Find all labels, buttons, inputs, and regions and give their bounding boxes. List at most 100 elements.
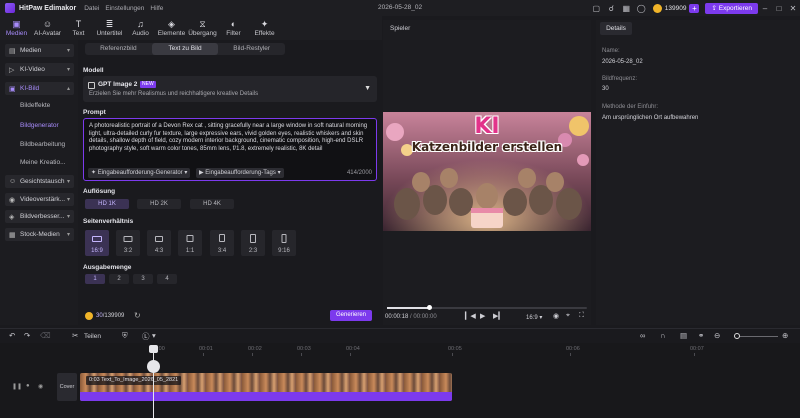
mic-icon[interactable]: ⚭ — [698, 331, 704, 340]
model-dropdown[interactable]: GPT Image 2 NEW Erzielen Sie mehr Realis… — [83, 76, 377, 102]
prompt-tags-label: Eingabeaufforderung-Tags — [205, 170, 276, 176]
cost-total: /139909 — [102, 313, 125, 319]
tab-image-restyler[interactable]: Bild-Restyler — [218, 43, 285, 55]
tool-subtitles[interactable]: ≣ Untertitel — [95, 16, 124, 37]
track-pause-icon[interactable]: ❚❚ — [12, 383, 22, 390]
link-icon[interactable]: ∞ — [640, 331, 645, 340]
chevron-down-icon: ▾ — [66, 197, 70, 203]
maximize-button[interactable]: □ — [772, 4, 786, 13]
sidebar-sub-image-editing[interactable]: Bildbearbeitung — [20, 141, 65, 148]
prompt-text[interactable]: A photorealistic portrait of a Devon Rex… — [89, 123, 371, 153]
sidebar-item-media[interactable]: ▤ Medien ▾ — [5, 44, 74, 57]
output-count-3[interactable]: 3 — [133, 274, 153, 284]
snap-icon[interactable]: ▤ — [680, 331, 687, 340]
sidebar-item-label: Stock-Medien — [20, 231, 60, 238]
playhead-line[interactable] — [153, 348, 154, 418]
text-tool-icon[interactable]: Ⓛ — [142, 331, 150, 342]
prompt-tags-button[interactable]: ▶ Eingabeaufforderung-Tags ▾ — [196, 168, 284, 178]
cover-button[interactable]: Cover — [57, 373, 77, 401]
tool-text[interactable]: T Text — [64, 16, 93, 37]
playhead-add-button[interactable] — [147, 360, 160, 373]
zoom-slider-track[interactable] — [738, 336, 778, 337]
app-name: HitPaw Edimakor — [19, 4, 77, 12]
undo-icon[interactable]: ↶ — [9, 331, 15, 340]
menu-help[interactable]: Hilfe — [150, 5, 163, 12]
tool-transition[interactable]: ⧖ Übergang — [188, 16, 217, 37]
refresh-icon[interactable]: ↻ — [134, 311, 141, 320]
split-label[interactable]: Teilen — [84, 333, 101, 340]
notification-icon[interactable]: ☌ — [607, 4, 616, 13]
zoom-slider-handle[interactable] — [734, 333, 740, 339]
seek-handle[interactable] — [427, 305, 432, 310]
sidebar-item-ai-video[interactable]: ▷ KI-Video ▾ — [5, 63, 74, 76]
resolution-2k[interactable]: HD 2K — [137, 199, 181, 209]
ratio-2-3[interactable]: 2:3 — [241, 230, 265, 256]
menu-settings[interactable]: Einstellungen — [105, 5, 144, 12]
sidebar-item-image-enhancer[interactable]: ◈ Bildverbesser... ▾ — [5, 210, 74, 223]
tool-elements[interactable]: ◈ Elemente — [157, 16, 186, 37]
resolution-4k[interactable]: HD 4K — [190, 199, 234, 209]
sidebar-item-face-swap[interactable]: ☺ Gesichtstausch ▾ — [5, 175, 74, 188]
total-time: / 00:00:00 — [410, 314, 437, 320]
tool-audio[interactable]: ♫ Audio — [126, 16, 155, 37]
magnet-icon[interactable]: ∩ — [660, 331, 665, 340]
ratio-1-1[interactable]: 1:1 — [178, 230, 202, 256]
output-count-2[interactable]: 2 — [109, 274, 129, 284]
tool-filter[interactable]: ◐ Filter — [219, 16, 248, 37]
zoom-in-icon[interactable]: ⊕ — [782, 331, 788, 340]
preview-image[interactable]: KI Katzenbilder erstellen — [383, 112, 591, 231]
scissors-icon[interactable]: ✂ — [72, 331, 78, 340]
generation-cost: 30/139909 — [96, 313, 124, 319]
delete-icon[interactable]: ⌫ — [40, 331, 51, 340]
shield-icon[interactable]: ⛨ — [122, 331, 128, 341]
tool-ai-avatar[interactable]: ☺ AI-Avatar — [33, 16, 62, 37]
tool-effects[interactable]: ✦ Effekte — [250, 16, 279, 37]
minimize-button[interactable]: – — [758, 4, 772, 13]
close-button[interactable]: ✕ — [786, 4, 800, 13]
ratio-9-16[interactable]: 9:16 — [272, 230, 296, 256]
output-count-4[interactable]: 4 — [157, 274, 177, 284]
export-button[interactable]: ⇪ Exportieren — [705, 2, 758, 14]
folder-icon: ▤ — [9, 47, 16, 55]
sidebar-sub-my-creations[interactable]: Meine Kreatio... — [20, 159, 66, 166]
tool-media[interactable]: ▣ Medien — [2, 16, 31, 37]
play-icon[interactable]: ▶ — [480, 312, 485, 320]
resolution-1k[interactable]: HD 1K — [85, 199, 129, 209]
prompt-generator-button[interactable]: ✦ Eingabeaufforderung-Generator ▾ — [88, 168, 191, 178]
step-back-icon[interactable]: ▎◀ — [465, 312, 476, 320]
ratio-selector[interactable]: 16:9 ▾ — [526, 314, 542, 321]
generate-button[interactable]: Generieren — [330, 310, 372, 321]
media-icon: ▣ — [12, 19, 21, 29]
timeline-clip[interactable]: 0:03 Text_To_Image_2026_05_2821 — [80, 373, 452, 401]
playback-seekbar[interactable] — [387, 305, 587, 310]
crop-icon[interactable]: ⌖ — [566, 312, 570, 320]
track-lock-icon[interactable]: ● — [26, 383, 30, 389]
ratio-16-9[interactable]: 16:9 — [85, 230, 109, 256]
tab-reference-image[interactable]: Referenzbild — [85, 43, 152, 55]
redo-icon[interactable]: ↷ — [24, 331, 30, 340]
zoom-out-icon[interactable]: ⊖ — [714, 331, 720, 340]
prompt-textarea[interactable]: A photorealistic portrait of a Devon Rex… — [83, 118, 377, 181]
tab-details[interactable]: Details — [600, 22, 632, 35]
sidebar-item-video-enhancer[interactable]: ◉ Videoverstärk... ▾ — [5, 193, 74, 206]
gift-icon[interactable]: ▦ — [622, 4, 631, 13]
step-forward-icon[interactable]: ▶▎ — [493, 312, 504, 320]
track-visibility-icon[interactable]: ◉ — [38, 383, 43, 390]
snapshot-icon[interactable]: ◉ — [553, 312, 559, 320]
fullscreen-icon[interactable]: ⛶ — [579, 312, 584, 320]
ratio-4-3[interactable]: 4:3 — [147, 230, 171, 256]
account-icon[interactable]: ◯ — [637, 4, 646, 13]
ratio-3-2[interactable]: 3:2 — [116, 230, 140, 256]
sidebar-sub-image-effects[interactable]: Bildeffekte — [20, 102, 50, 109]
tab-text-to-image[interactable]: Text zu Bild — [151, 43, 219, 55]
add-credits-button[interactable]: + — [689, 3, 700, 13]
chevron-down-icon[interactable]: ▾ — [152, 331, 156, 340]
chat-icon[interactable]: ▢ — [592, 4, 601, 13]
sidebar-sub-image-generator[interactable]: Bildgenerator — [20, 122, 59, 129]
output-count-1[interactable]: 1 — [85, 274, 105, 284]
playhead-handle[interactable] — [149, 345, 158, 353]
sidebar-item-ai-image[interactable]: ▣ KI-Bild ▴ — [5, 82, 74, 95]
sidebar-item-stock-media[interactable]: ▦ Stock-Medien ▾ — [5, 228, 74, 241]
ratio-3-4[interactable]: 3:4 — [210, 230, 234, 256]
menu-file[interactable]: Datei — [84, 5, 99, 12]
